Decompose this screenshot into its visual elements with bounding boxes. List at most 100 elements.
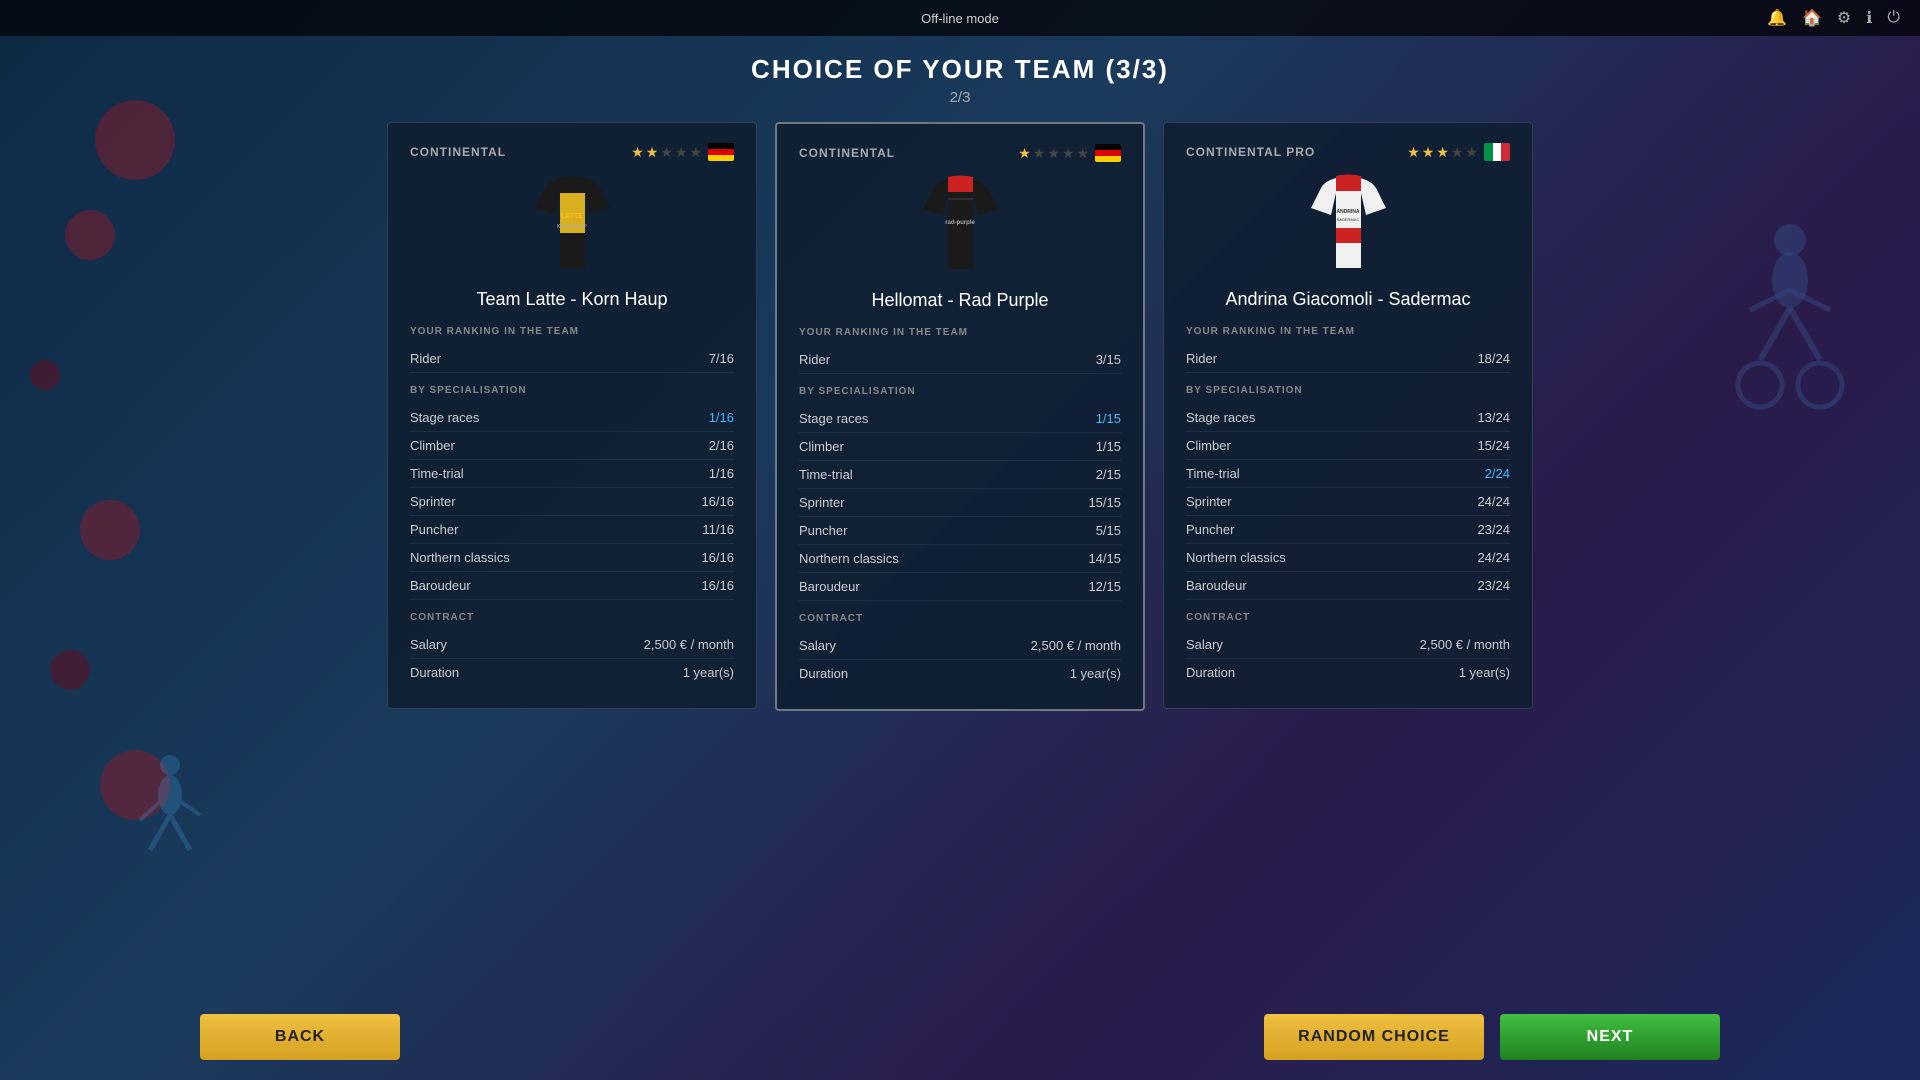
page-header: CHOICE OF YOUR TEAM (3/3) 2/3 bbox=[0, 36, 1920, 110]
power-icon[interactable]: ⏻ bbox=[1887, 9, 1900, 27]
page-progress: 2/3 bbox=[0, 89, 1920, 106]
card-category: CONTINENTAL bbox=[410, 145, 506, 159]
rider-row: Rider 3/15 bbox=[799, 346, 1121, 374]
spec-row: Puncher 23/24 bbox=[1186, 516, 1510, 544]
team-name: Hellomat - Rad Purple bbox=[799, 290, 1121, 311]
jersey-image: LATTE KORN HAUP bbox=[527, 173, 617, 268]
svg-text:LATTE: LATTE bbox=[560, 213, 582, 220]
offline-mode-label: Off-line mode bbox=[921, 11, 999, 26]
duration-row: Duration 1 year(s) bbox=[410, 659, 734, 686]
card-category: CONTINENTAL PRO bbox=[1186, 145, 1315, 159]
ranking-label: YOUR RANKING IN THE TEAM bbox=[410, 326, 734, 337]
star-2: ★ bbox=[1047, 145, 1060, 162]
jersey-image: rad-purple bbox=[915, 174, 1005, 269]
spec-row: Sprinter 16/16 bbox=[410, 488, 734, 516]
contract-label: CONTRACT bbox=[410, 612, 734, 623]
svg-text:ANDRINA: ANDRINA bbox=[1336, 209, 1359, 215]
spec-row: Time-trial 1/16 bbox=[410, 460, 734, 488]
spec-row: Baroudeur 23/24 bbox=[1186, 572, 1510, 600]
spec-row: Puncher 11/16 bbox=[410, 516, 734, 544]
salary-row: Salary 2,500 € / month bbox=[799, 632, 1121, 660]
jersey-container: rad-purple bbox=[799, 174, 1121, 274]
spec-row: Time-trial 2/15 bbox=[799, 461, 1121, 489]
stars-container: ★★★★★ bbox=[631, 144, 702, 161]
team-card-andrina[interactable]: CONTINENTAL PRO ★★★★★ ANDRINA SADERMAC A… bbox=[1163, 122, 1533, 709]
specialisation-label: BY SPECIALISATION bbox=[1186, 385, 1510, 396]
team-card-hellomat[interactable]: CONTINENTAL ★★★★★ rad-purple Hellomat - … bbox=[775, 122, 1145, 711]
spec-row: Climber 15/24 bbox=[1186, 432, 1510, 460]
spec-row: Climber 1/15 bbox=[799, 433, 1121, 461]
specialisation-label: BY SPECIALISATION bbox=[410, 385, 734, 396]
spec-row: Sprinter 15/15 bbox=[799, 489, 1121, 517]
duration-row: Duration 1 year(s) bbox=[1186, 659, 1510, 686]
svg-text:SADERMAC: SADERMAC bbox=[1336, 217, 1359, 222]
spec-row: Northern classics 24/24 bbox=[1186, 544, 1510, 572]
star-2: ★ bbox=[1436, 144, 1449, 161]
stars-container: ★★★★★ bbox=[1407, 144, 1478, 161]
rider-row: Rider 18/24 bbox=[1186, 345, 1510, 373]
spec-row: Stage races 1/16 bbox=[410, 404, 734, 432]
top-bar: Off-line mode 🔔 🏠 ⚙ ℹ ⏻ bbox=[0, 0, 1920, 36]
right-buttons: Random Choice Next bbox=[1264, 1014, 1720, 1060]
duration-row: Duration 1 year(s) bbox=[799, 660, 1121, 687]
next-button[interactable]: Next bbox=[1500, 1014, 1720, 1060]
team-cards-container: CONTINENTAL ★★★★★ LATTE KORN HAUP Team L… bbox=[0, 110, 1920, 723]
bottom-bar: Back Random Choice Next bbox=[0, 1014, 1920, 1060]
back-button[interactable]: Back bbox=[200, 1014, 400, 1060]
star-4: ★ bbox=[1076, 145, 1089, 162]
contract-label: CONTRACT bbox=[1186, 612, 1510, 623]
ranking-label: YOUR RANKING IN THE TEAM bbox=[1186, 326, 1510, 337]
spec-row: Northern classics 16/16 bbox=[410, 544, 734, 572]
card-header-right: ★★★★★ bbox=[1018, 144, 1121, 162]
spec-row: Stage races 13/24 bbox=[1186, 404, 1510, 432]
spec-row: Sprinter 24/24 bbox=[1186, 488, 1510, 516]
settings-icon[interactable]: ⚙ bbox=[1837, 8, 1851, 28]
jersey-container: ANDRINA SADERMAC bbox=[1186, 173, 1510, 273]
spec-row: Time-trial 2/24 bbox=[1186, 460, 1510, 488]
card-header: CONTINENTAL ★★★★★ bbox=[410, 143, 734, 161]
team-card-latte[interactable]: CONTINENTAL ★★★★★ LATTE KORN HAUP Team L… bbox=[387, 122, 757, 709]
card-header-right: ★★★★★ bbox=[1407, 143, 1510, 161]
star-1: ★ bbox=[1033, 145, 1046, 162]
star-4: ★ bbox=[1465, 144, 1478, 161]
star-4: ★ bbox=[689, 144, 702, 161]
random-choice-button[interactable]: Random Choice bbox=[1264, 1014, 1484, 1060]
top-bar-icons: 🔔 🏠 ⚙ ℹ ⏻ bbox=[1767, 8, 1900, 28]
contract-label: CONTRACT bbox=[799, 613, 1121, 624]
spec-row: Northern classics 14/15 bbox=[799, 545, 1121, 573]
salary-row: Salary 2,500 € / month bbox=[1186, 631, 1510, 659]
star-3: ★ bbox=[675, 144, 688, 161]
card-header: CONTINENTAL ★★★★★ bbox=[799, 144, 1121, 162]
card-header-right: ★★★★★ bbox=[631, 143, 734, 161]
team-name: Andrina Giacomoli - Sadermac bbox=[1186, 289, 1510, 310]
spec-row: Baroudeur 12/15 bbox=[799, 573, 1121, 601]
rider-row: Rider 7/16 bbox=[410, 345, 734, 373]
star-3: ★ bbox=[1451, 144, 1464, 161]
page-title: CHOICE OF YOUR TEAM (3/3) bbox=[0, 54, 1920, 85]
star-2: ★ bbox=[660, 144, 673, 161]
spec-row: Baroudeur 16/16 bbox=[410, 572, 734, 600]
stars-container: ★★★★★ bbox=[1018, 145, 1089, 162]
star-0: ★ bbox=[1018, 145, 1031, 162]
svg-text:KORN HAUP: KORN HAUP bbox=[557, 224, 587, 230]
star-3: ★ bbox=[1062, 145, 1075, 162]
salary-row: Salary 2,500 € / month bbox=[410, 631, 734, 659]
runner-decoration bbox=[120, 750, 220, 880]
star-0: ★ bbox=[1407, 144, 1420, 161]
spec-row: Puncher 5/15 bbox=[799, 517, 1121, 545]
ranking-label: YOUR RANKING IN THE TEAM bbox=[799, 327, 1121, 338]
card-header: CONTINENTAL PRO ★★★★★ bbox=[1186, 143, 1510, 161]
jersey-image: ANDRINA SADERMAC bbox=[1303, 173, 1393, 268]
specialisation-label: BY SPECIALISATION bbox=[799, 386, 1121, 397]
star-1: ★ bbox=[646, 144, 659, 161]
svg-text:rad-purple: rad-purple bbox=[945, 220, 975, 226]
jersey-container: LATTE KORN HAUP bbox=[410, 173, 734, 273]
star-1: ★ bbox=[1422, 144, 1435, 161]
bell-icon[interactable]: 🔔 bbox=[1767, 8, 1787, 28]
card-category: CONTINENTAL bbox=[799, 146, 895, 160]
spec-row: Climber 2/16 bbox=[410, 432, 734, 460]
home-icon[interactable]: 🏠 bbox=[1802, 8, 1822, 28]
spec-row: Stage races 1/15 bbox=[799, 405, 1121, 433]
team-name: Team Latte - Korn Haup bbox=[410, 289, 734, 310]
info-icon[interactable]: ℹ bbox=[1866, 8, 1872, 28]
